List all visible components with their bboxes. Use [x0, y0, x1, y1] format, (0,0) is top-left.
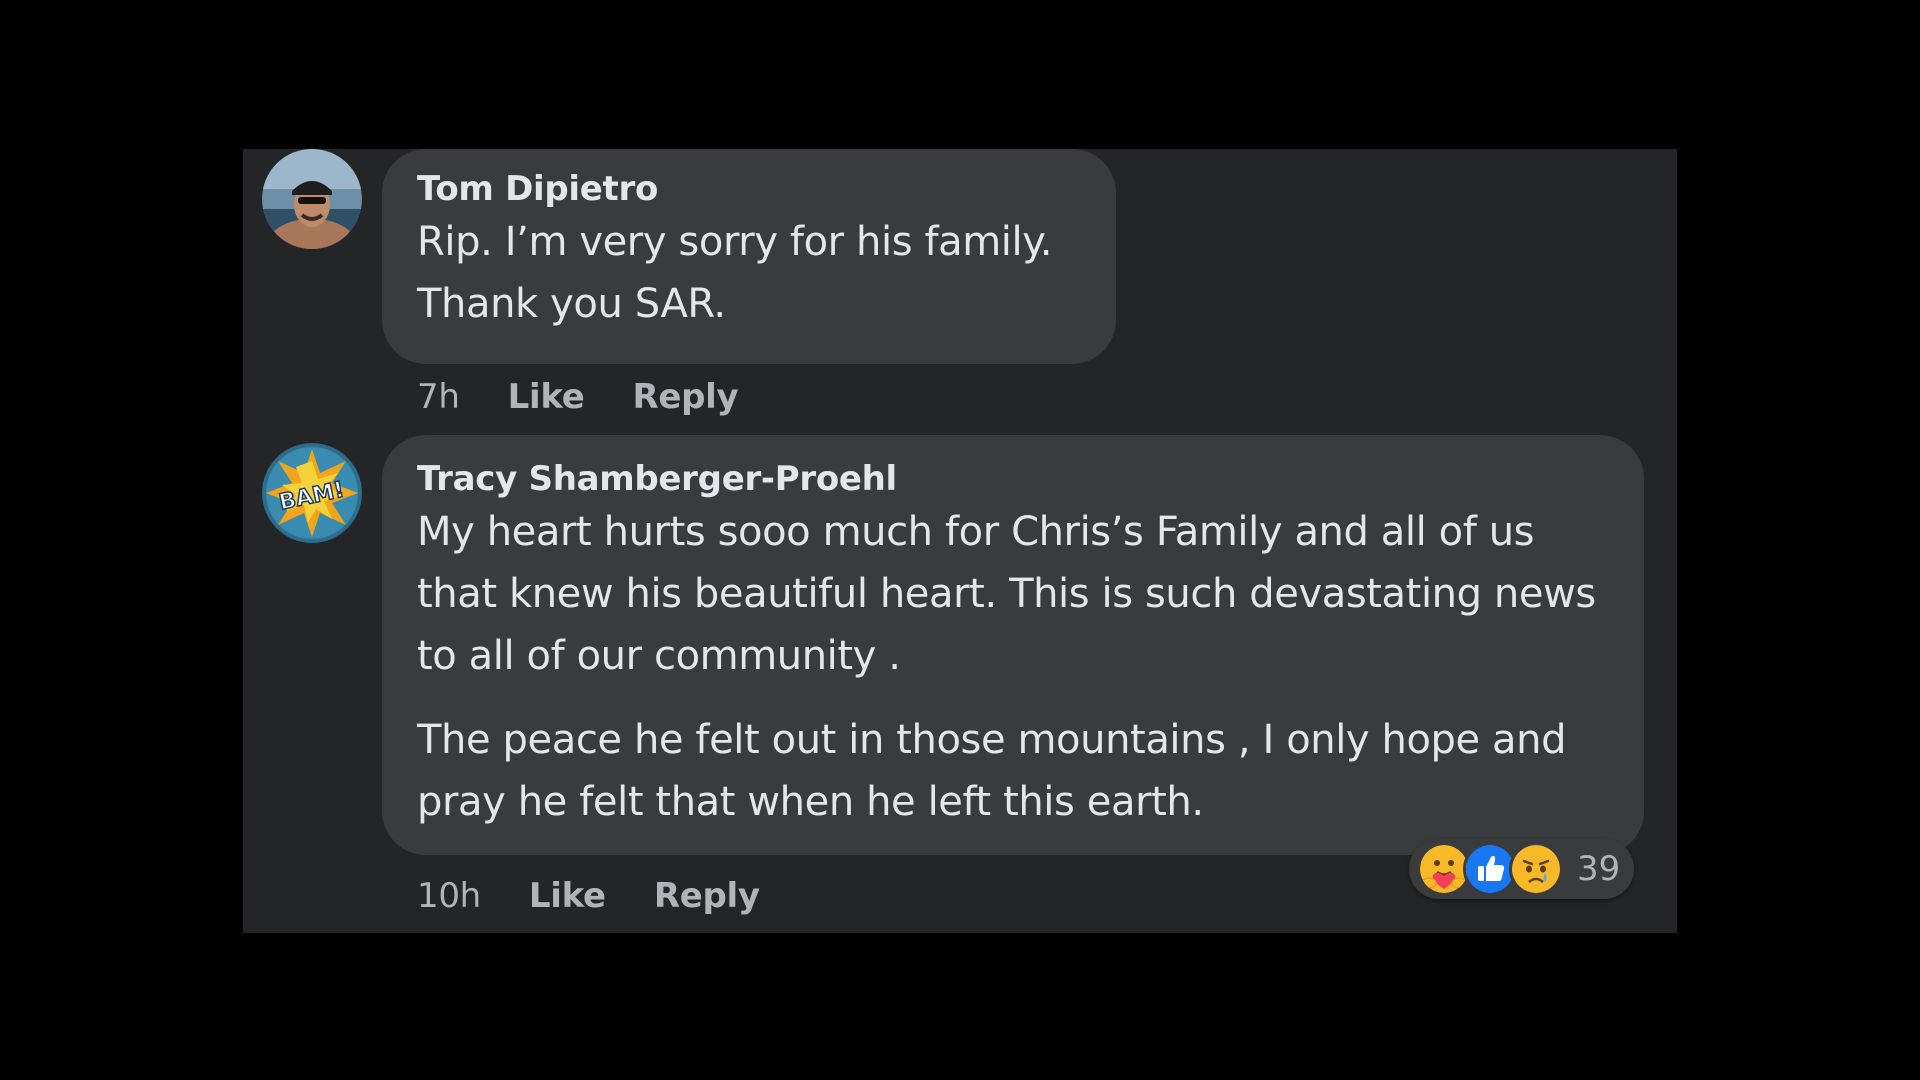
- reply-button[interactable]: Reply: [654, 876, 760, 916]
- comment-actions: 7h Like Reply: [417, 377, 786, 417]
- comment-paragraph: The peace he felt out in those mountains…: [417, 717, 1567, 825]
- comment-bubble: Tom Dipietro Rip. I’m very sorry for his…: [382, 149, 1116, 364]
- like-button[interactable]: Like: [529, 876, 606, 916]
- reply-button[interactable]: Reply: [632, 377, 738, 417]
- bam-comic-avatar-icon: BAM!: [262, 443, 362, 543]
- comment-timestamp[interactable]: 10h: [417, 876, 481, 916]
- avatar-tracy-shamberger-proehl[interactable]: BAM!: [262, 443, 362, 543]
- like-button[interactable]: Like: [508, 377, 585, 417]
- avatar-tom-dipietro[interactable]: [262, 149, 362, 249]
- comment-text-line: Thank you SAR.: [417, 281, 726, 327]
- comment-text-line: Rip. I’m very sorry for his family.: [417, 219, 1053, 265]
- comment-bubble: Tracy Shamberger-Proehl My heart hurts s…: [382, 435, 1644, 855]
- reactions-summary[interactable]: 39: [1409, 839, 1635, 899]
- comment-author[interactable]: Tracy Shamberger-Proehl: [417, 459, 1609, 499]
- comment-paragraph: My heart hurts sooo much for Chris’s Fam…: [417, 509, 1596, 679]
- comment-timestamp[interactable]: 7h: [417, 377, 460, 417]
- comments-panel: Tom Dipietro Rip. I’m very sorry for his…: [243, 149, 1677, 933]
- comment-actions: 10h Like Reply: [417, 876, 808, 916]
- reaction-count[interactable]: 39: [1577, 849, 1620, 889]
- profile-photo-icon: [262, 149, 362, 249]
- comment-author[interactable]: Tom Dipietro: [417, 169, 1081, 209]
- sad-icon: [1509, 842, 1563, 896]
